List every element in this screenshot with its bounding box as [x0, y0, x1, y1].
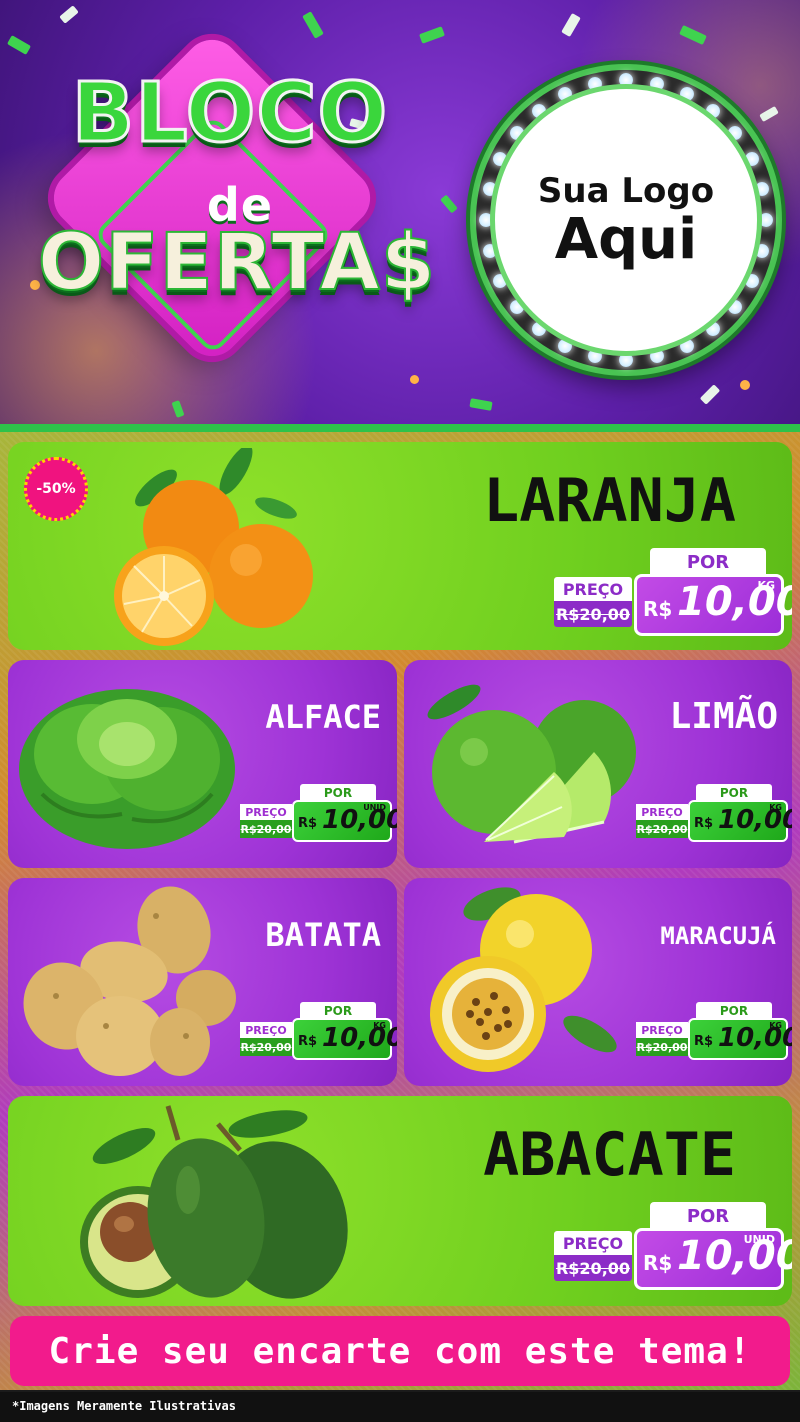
price-unit: KG: [769, 803, 782, 812]
new-price: R$ 10,00 KG: [688, 1018, 792, 1060]
price-tag: POR PREÇO R$20,00 R$ 10,00 KG: [636, 1002, 792, 1070]
old-price: R$20,00: [636, 1038, 688, 1056]
header-divider: [0, 424, 800, 432]
potatoes-image: [23, 886, 236, 1076]
price-unit: KG: [757, 579, 775, 592]
preco-label: PREÇO: [240, 804, 292, 820]
product-card-batata[interactable]: BATATA POR PREÇO R$20,00 R$ 10,00 KG: [8, 878, 397, 1086]
preco-label: PREÇO: [636, 804, 688, 820]
confetti-decoration: [440, 194, 458, 214]
price-tag: POR PREÇO R$20,00 R$ 10,00 UNID: [240, 784, 397, 852]
confetti-decoration: [171, 400, 185, 418]
currency: R$: [694, 816, 714, 831]
product-card-abacate[interactable]: ABACATE POR PREÇO R$20,00 R$ 10,00 UNID: [8, 1096, 792, 1306]
preco-label: PREÇO: [636, 1022, 688, 1038]
product-card-limao[interactable]: LIMÃO POR PREÇO R$20,00 R$ 10,00 KG: [404, 660, 792, 868]
create-flyer-button[interactable]: Crie seu encarte com este tema!: [10, 1316, 790, 1386]
product-name: MARACUJÁ: [660, 922, 776, 950]
logo-placeholder[interactable]: Sua Logo Aqui: [490, 84, 762, 356]
title-bloco: BLOCO: [70, 65, 389, 163]
confetti-decoration: [419, 26, 445, 44]
confetti-decoration: [679, 24, 707, 46]
price-tag: POR PREÇO R$20,00 R$ 10,00 UNID: [554, 1202, 792, 1302]
confetti-decoration: [740, 380, 750, 390]
discount-badge: -50%: [24, 457, 88, 521]
old-price: R$20,00: [554, 601, 632, 627]
price-tag: POR PREÇO R$20,00 R$ 10,00 KG: [636, 784, 792, 852]
preco-label: PREÇO: [554, 1231, 632, 1255]
product-name: BATATA: [265, 916, 381, 954]
product-card-alface[interactable]: ALFACE POR PREÇO R$20,00 R$ 10,00 UNID: [8, 660, 397, 868]
confetti-decoration: [59, 5, 79, 24]
old-price: R$20,00: [554, 1255, 632, 1281]
currency: R$: [298, 1034, 318, 1049]
oranges-image: [114, 448, 313, 646]
logo-text-line1: Sua Logo: [537, 170, 715, 211]
confetti-decoration: [469, 398, 493, 411]
price-unit: KG: [769, 1021, 782, 1030]
old-price: R$20,00: [240, 820, 292, 838]
preco-label: PREÇO: [554, 577, 632, 601]
price-unit: UNID: [743, 1233, 775, 1246]
confetti-decoration: [699, 384, 721, 405]
title-ofertas: OFERTA$: [37, 217, 437, 309]
new-price: R$ 10,00 KG: [688, 800, 792, 842]
confetti-decoration: [302, 11, 324, 39]
price-tag: POR PREÇO R$20,00 R$ 10,00 KG: [240, 1002, 397, 1070]
product-card-maracuja[interactable]: MARACUJÁ POR PREÇO R$20,00 R$ 10,00 KG: [404, 878, 792, 1086]
confetti-decoration: [759, 106, 779, 122]
header-banner: BLOCO de OFERTA$ Sua Logo Aqui: [0, 0, 800, 428]
currency: R$: [694, 1034, 714, 1049]
product-name: ALFACE: [265, 698, 381, 736]
old-price: R$20,00: [636, 820, 688, 838]
confetti-decoration: [561, 12, 581, 38]
confetti-decoration: [410, 375, 419, 384]
price-tag: POR PREÇO R$20,00 R$ 10,00 KG: [554, 548, 792, 648]
product-name: ABACATE: [483, 1120, 736, 1190]
por-label: POR: [650, 548, 766, 576]
new-price: R$ 10,00 UNID: [292, 800, 397, 842]
currency: R$: [643, 1251, 673, 1275]
new-price: R$ 10,00 KG: [634, 574, 792, 636]
price-unit: UNID: [363, 803, 386, 812]
currency: R$: [643, 597, 673, 621]
logo-text-line2: Aqui: [554, 206, 698, 272]
currency: R$: [298, 816, 318, 831]
por-label: POR: [650, 1202, 766, 1230]
passion-fruit-image: [430, 887, 617, 1072]
product-name: LARANJA: [483, 466, 736, 536]
preco-label: PREÇO: [240, 1022, 292, 1038]
limes-image: [427, 684, 636, 844]
product-card-laranja[interactable]: -50% LARANJA POR PREÇO R$20,00 R$ 10,00 …: [8, 442, 792, 650]
confetti-decoration: [6, 35, 32, 55]
new-price: R$ 10,00 UNID: [634, 1228, 792, 1290]
old-price: R$20,00: [240, 1038, 292, 1056]
disclaimer-text: *Imagens Meramente Ilustrativas: [0, 1392, 800, 1422]
avocados-image: [80, 1105, 348, 1299]
price-unit: KG: [373, 1021, 386, 1030]
new-price: R$ 10,00 KG: [292, 1018, 397, 1060]
lettuce-image: [19, 689, 235, 849]
product-name: LIMÃO: [669, 696, 778, 737]
